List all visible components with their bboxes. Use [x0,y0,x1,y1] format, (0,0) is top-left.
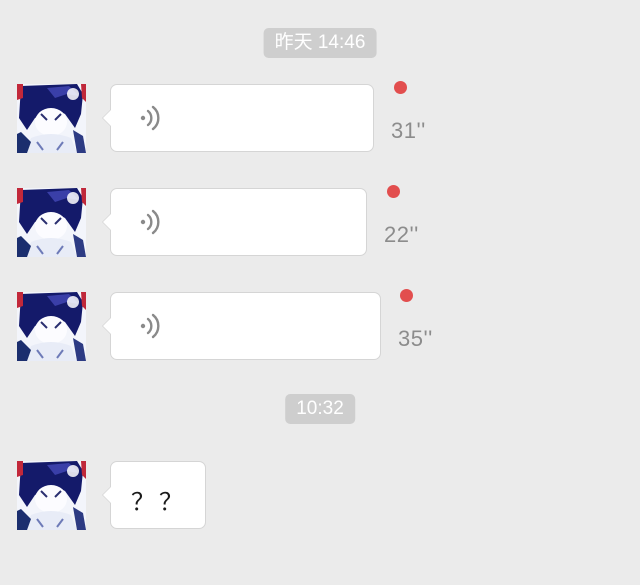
unread-dot [400,289,413,302]
message-text: ？？ [131,489,187,516]
voice-wave-icon [136,103,166,133]
voice-message-bubble[interactable] [102,292,381,360]
voice-message-bubble[interactable] [102,84,374,152]
voice-wave-icon [136,207,166,237]
voice-message-bubble[interactable] [102,188,367,256]
voice-duration: 22'' [384,222,419,247]
avatar[interactable] [17,292,86,361]
avatar[interactable] [17,461,86,530]
unread-dot [387,185,400,198]
voice-duration: 31'' [391,118,426,143]
timestamp-pill: 10:32 [285,394,355,424]
avatar[interactable] [17,84,86,153]
avatar[interactable] [17,188,86,257]
voice-duration: 35'' [398,326,433,351]
voice-wave-icon [136,311,166,341]
text-message-bubble[interactable]: ？？ [102,461,206,529]
timestamp-pill: 昨天 14:46 [263,28,377,58]
unread-dot [394,81,407,94]
